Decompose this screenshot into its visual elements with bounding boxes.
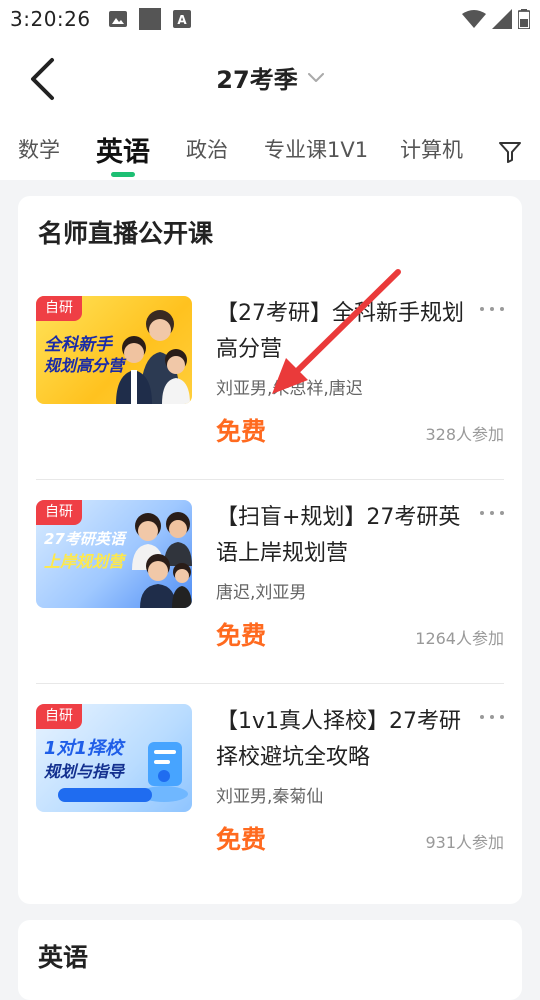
status-notification-icons: A (108, 8, 191, 30)
course-item[interactable]: 自研 1对1择校 规划与指导 【1v1真人择校】27考研择校避坑全攻略 刘亚男,… (18, 684, 522, 888)
course-participants: 328人参加 (425, 425, 504, 444)
course-item[interactable]: 自研 全科新手 规划高分营 【27考研】全科新手规划高分营 刘亚男,朱思祥,唐迟 (18, 276, 522, 480)
more-dot (500, 715, 504, 719)
signal-icon (492, 9, 512, 29)
image-icon (108, 11, 127, 27)
more-button[interactable] (480, 710, 504, 724)
chevron-down-icon (307, 72, 324, 82)
status-bar: 3:20:26 A (0, 0, 540, 38)
page-title: 27考季 (216, 66, 298, 94)
thumbnail-line2: 上岸规划营 (44, 552, 125, 571)
battery-icon (518, 9, 530, 29)
course-title: 【1v1真人择校】27考研择校避坑全攻略 (216, 709, 462, 770)
tab-computer[interactable]: 计算机 (400, 134, 463, 164)
course-teachers: 刘亚男,朱思祥,唐迟 (216, 379, 363, 399)
tab-math[interactable]: 数学 (18, 134, 60, 164)
more-dot (480, 715, 484, 719)
more-button[interactable] (480, 302, 504, 316)
text-a-icon: A (172, 10, 191, 28)
course-participants: 1264人参加 (415, 629, 504, 648)
live-course-card: 名师直播公开课 自研 全科新手 规划高分营 【27考研】全科新手规划高分营 刘亚… (18, 196, 522, 904)
course-price: 免费 (216, 825, 267, 854)
thumbnail-line2: 规划高分营 (44, 356, 125, 375)
course-thumbnail: 自研 27考研英语 上岸规划营 (36, 500, 192, 608)
more-dot (480, 307, 484, 311)
more-dot (490, 715, 494, 719)
subject-tabs: 数学 英语 政治 专业课1V1 计算机 (0, 120, 540, 180)
more-dot (480, 511, 484, 515)
tab-major-1v1[interactable]: 专业课1V1 (264, 134, 368, 164)
square-icon (138, 8, 161, 30)
status-system-icons (462, 9, 530, 29)
header: 27考季 (0, 38, 540, 120)
thumbnail-badge: 自研 (36, 704, 82, 729)
season-selector[interactable]: 27考季 (0, 60, 540, 95)
course-teachers: 刘亚男,秦菊仙 (216, 787, 324, 807)
svg-text:A: A (177, 13, 187, 27)
english-section-card: 英语 (18, 920, 522, 1000)
course-teachers: 唐迟,刘亚男 (216, 583, 307, 603)
course-price: 免费 (216, 621, 267, 650)
thumbnail-badge: 自研 (36, 500, 82, 525)
thumbnail-line1: 27考研英语 (44, 530, 125, 548)
more-button[interactable] (480, 506, 504, 520)
section-title: 名师直播公开课 (38, 219, 214, 248)
wifi-icon (462, 10, 486, 28)
more-dot (490, 511, 494, 515)
thumbnail-line1: 1对1择校 (44, 738, 124, 759)
more-dot (500, 511, 504, 515)
more-dot (490, 307, 494, 311)
course-participants: 931人参加 (425, 833, 504, 852)
more-dot (500, 307, 504, 311)
thumbnail-line2: 规划与指导 (44, 762, 125, 781)
active-tab-indicator (111, 172, 135, 177)
section-title: 英语 (38, 943, 89, 972)
thumbnail-badge: 自研 (36, 296, 82, 321)
course-title: 【扫盲+规划】27考研英语上岸规划营 (216, 505, 461, 566)
course-thumbnail: 自研 全科新手 规划高分营 (36, 296, 192, 404)
tab-politics[interactable]: 政治 (186, 134, 228, 164)
tab-english[interactable]: 英语 (96, 130, 150, 169)
status-time: 3:20:26 (10, 7, 91, 31)
filter-icon[interactable] (497, 140, 523, 164)
course-item[interactable]: 自研 27考研英语 上岸规划营 【扫盲+规划】27考研英语上岸规划营 唐迟,刘亚… (18, 480, 522, 684)
course-thumbnail: 自研 1对1择校 规划与指导 (36, 704, 192, 812)
course-price: 免费 (216, 417, 267, 446)
course-title: 【27考研】全科新手规划高分营 (216, 301, 464, 362)
